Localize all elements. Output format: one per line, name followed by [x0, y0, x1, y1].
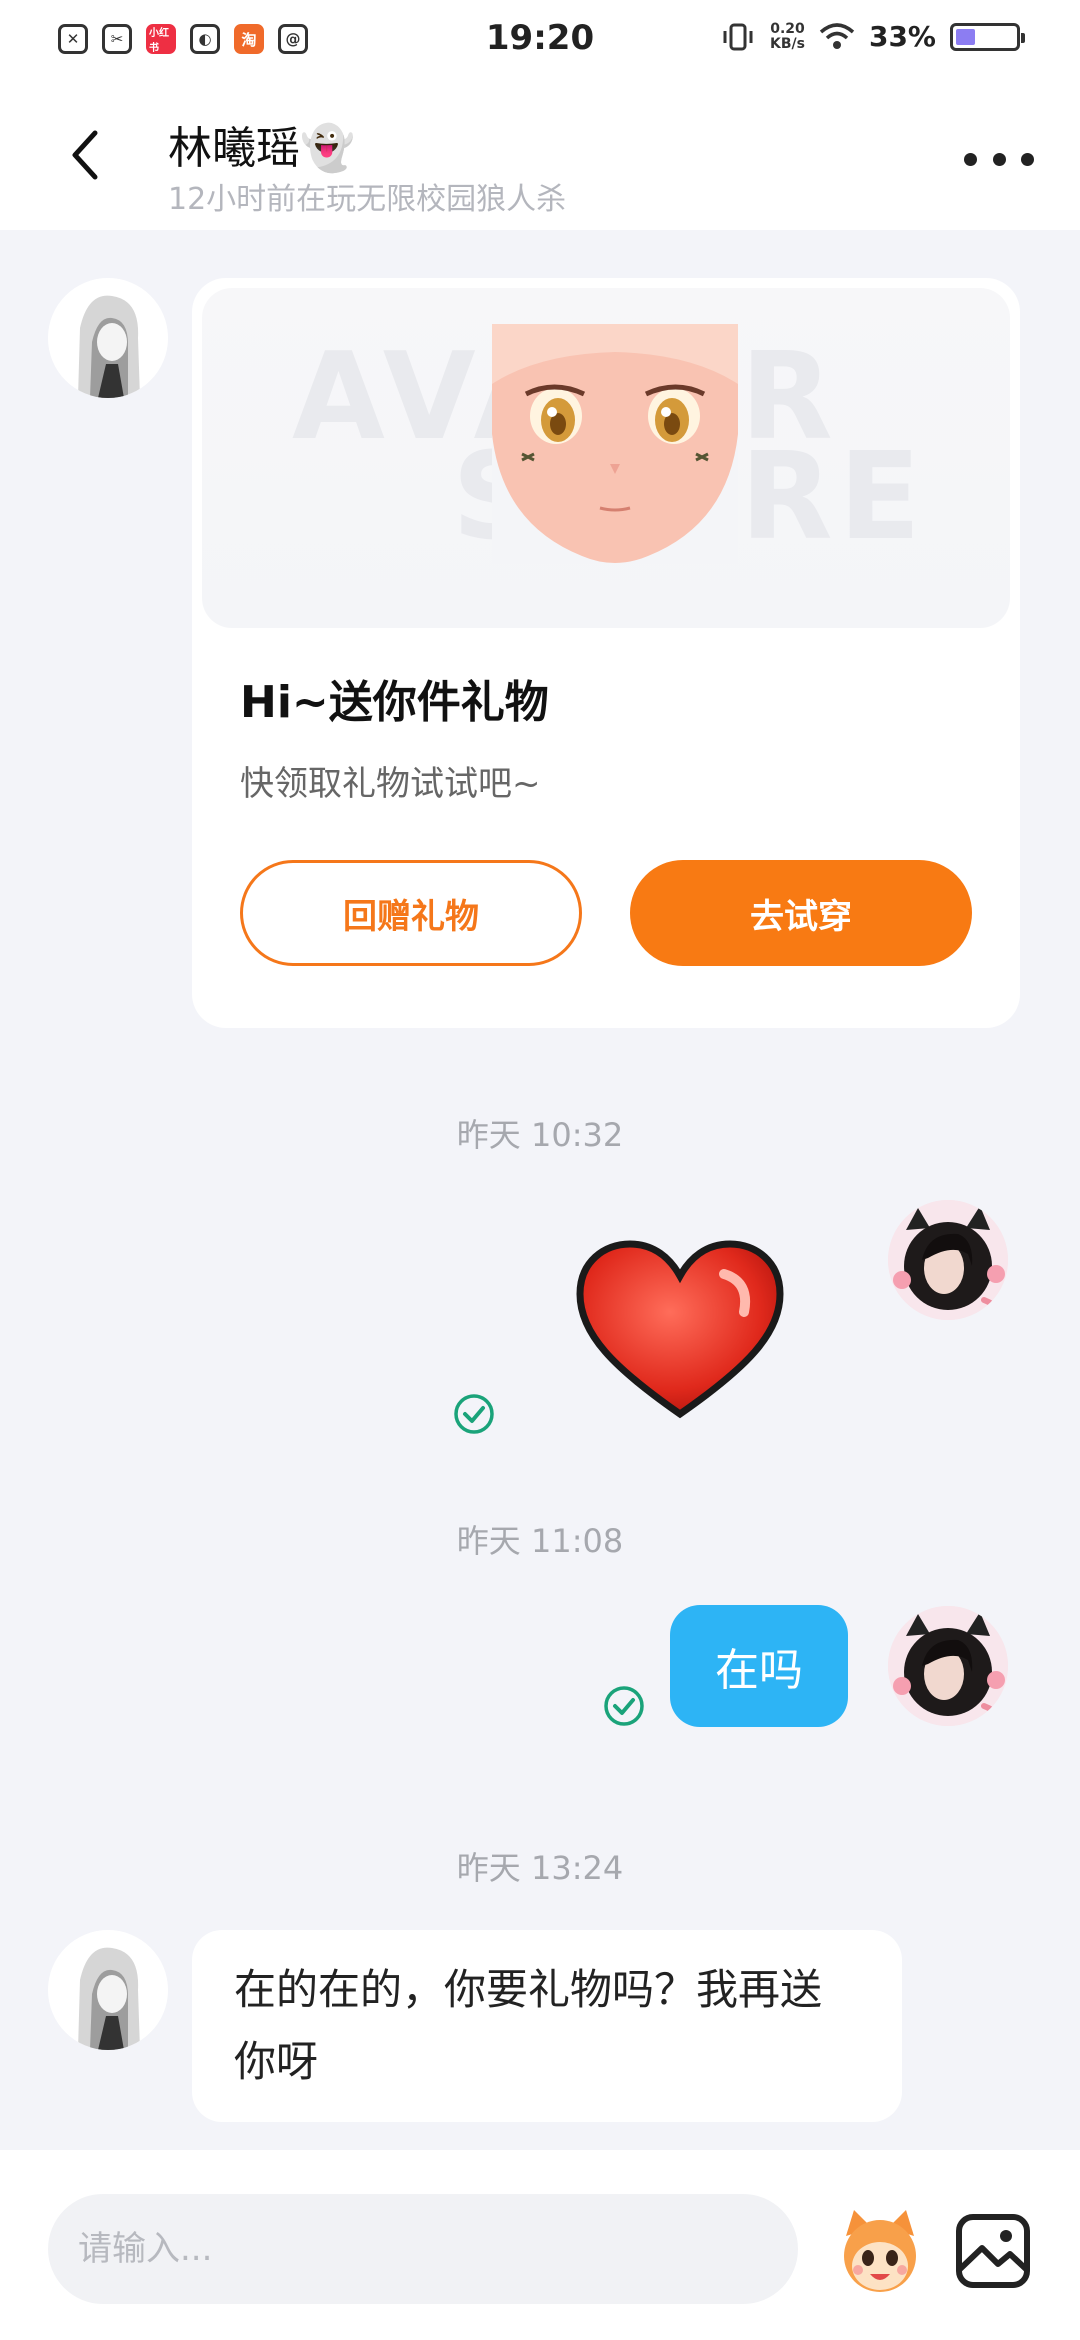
dot-icon: [992, 152, 1006, 166]
received-message-bubble[interactable]: 在的在的，你要礼物吗？我再送你呀: [192, 1930, 902, 2122]
back-button[interactable]: [50, 120, 120, 190]
vibrate-icon: [723, 23, 753, 50]
battery-icon: [950, 22, 1025, 51]
battery-percent: 33%: [868, 20, 936, 53]
chat-header: 林曦瑶👻 12小时前在玩无限校园狼人杀: [0, 82, 1080, 230]
gift-banner: AVATAR STORE: [202, 288, 1010, 628]
return-gift-button[interactable]: 回赠礼物: [240, 860, 582, 966]
message-timestamp: 昨天 11:08: [456, 1522, 624, 1560]
wifi-icon: [819, 22, 855, 49]
dot-icon: [1021, 152, 1034, 166]
network-speed-value: 0.20: [770, 20, 805, 37]
heart-sticker[interactable]: [574, 1238, 786, 1422]
battery-fill: [956, 28, 976, 45]
emoji-sticker-icon[interactable]: [832, 2202, 928, 2298]
my-avatar-image: [888, 1606, 1008, 1726]
sent-message-bubble[interactable]: 在吗: [670, 1605, 848, 1727]
network-speed: 0.20 KB/s: [770, 20, 805, 52]
contact-status: 12小时前在玩无限校园狼人杀: [168, 182, 567, 217]
status-right: 0.20 KB/s 33%: [720, 20, 1025, 53]
my-avatar[interactable]: [888, 1606, 1008, 1726]
my-avatar[interactable]: [888, 1200, 1008, 1320]
sent-check-icon: [604, 1686, 644, 1726]
chevron-left-icon: [72, 130, 98, 180]
network-speed-unit: KB/s: [770, 35, 805, 52]
contact-avatar[interactable]: [48, 278, 168, 398]
dot-icon: [964, 152, 977, 166]
status-bar: ✕ ✂ 小红书 ◐ 淘 @ 19:20 0.20 KB/s 33%: [0, 0, 1080, 82]
sent-check-icon: [454, 1394, 494, 1434]
gift-card[interactable]: AVATAR STORE Hi~送你件礼物 快领取礼物试试吧~ 回赠礼物 去试穿: [192, 278, 1020, 1028]
message-timestamp: 昨天 10:32: [456, 1116, 624, 1154]
message-input[interactable]: [48, 2194, 798, 2304]
image-icon[interactable]: [954, 2212, 1032, 2290]
message-timestamp: 昨天 13:24: [456, 1849, 624, 1887]
input-bar: [0, 2150, 1080, 2340]
contact-avatar-image: [48, 1930, 168, 2050]
more-options-button[interactable]: [964, 134, 1034, 184]
my-avatar-image: [888, 1200, 1008, 1320]
gift-title: Hi~送你件礼物: [240, 677, 549, 728]
contact-avatar[interactable]: [48, 1930, 168, 2050]
contact-name[interactable]: 林曦瑶👻: [168, 112, 355, 176]
contact-avatar-image: [48, 278, 168, 398]
avatar-face-image: [492, 324, 738, 564]
try-on-button[interactable]: 去试穿: [630, 860, 972, 966]
gift-subtitle: 快领取礼物试试吧~: [240, 764, 541, 804]
